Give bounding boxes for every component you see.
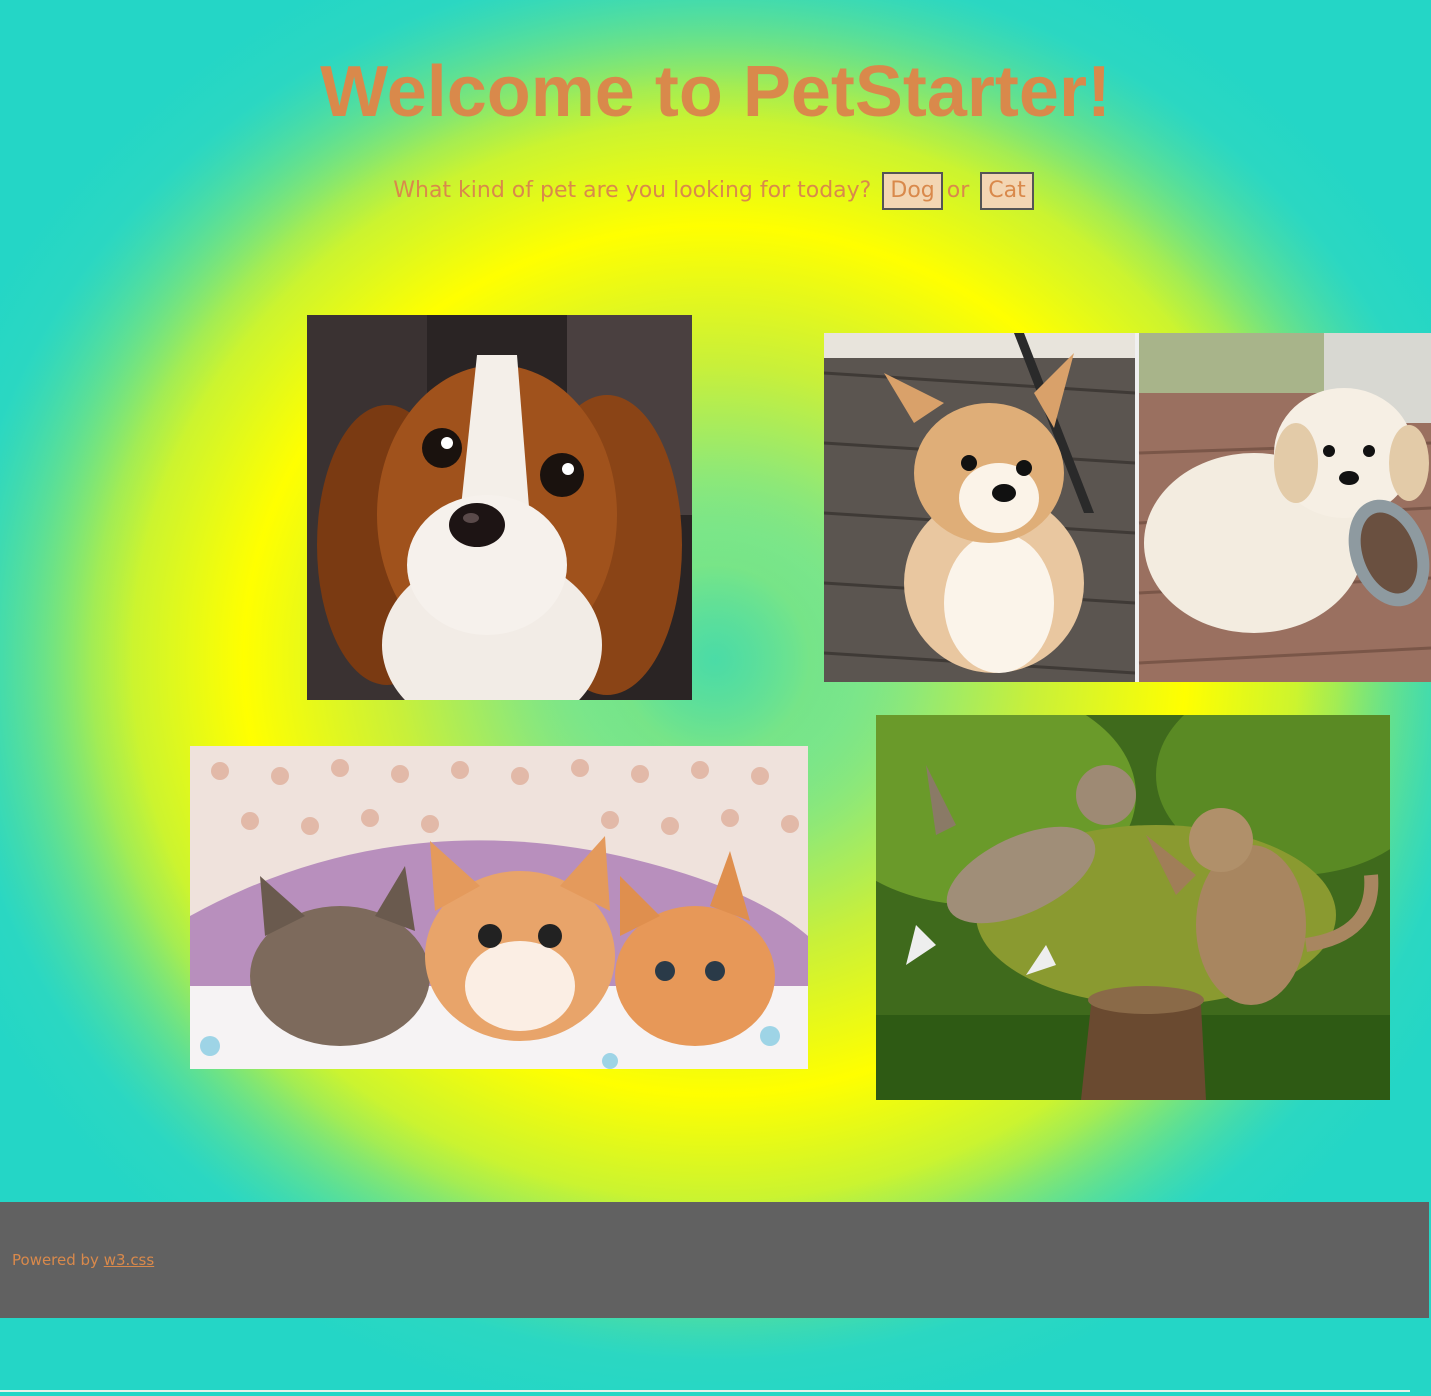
w3css-link[interactable]: w3.css (104, 1251, 154, 1269)
puppy-photo (307, 315, 692, 700)
powered-by-text: Powered by (12, 1251, 99, 1269)
pet-question: What kind of pet are you looking for tod… (393, 178, 872, 203)
two-puppies-photo (824, 333, 1431, 682)
cat-button[interactable]: Cat (980, 172, 1034, 210)
pet-choice-row: What kind of pet are you looking for tod… (0, 171, 1431, 211)
footer-credit: Powered by w3.css (12, 1250, 154, 1270)
kittens-blanket-photo (190, 746, 808, 1069)
page-title: Welcome to PetStarter! (320, 52, 1111, 132)
kittens-playing-photo (876, 715, 1390, 1100)
page-bottom-divider (0, 1390, 1410, 1392)
footer (0, 1202, 1429, 1318)
or-text: or (946, 178, 970, 203)
dog-button[interactable]: Dog (882, 172, 943, 210)
